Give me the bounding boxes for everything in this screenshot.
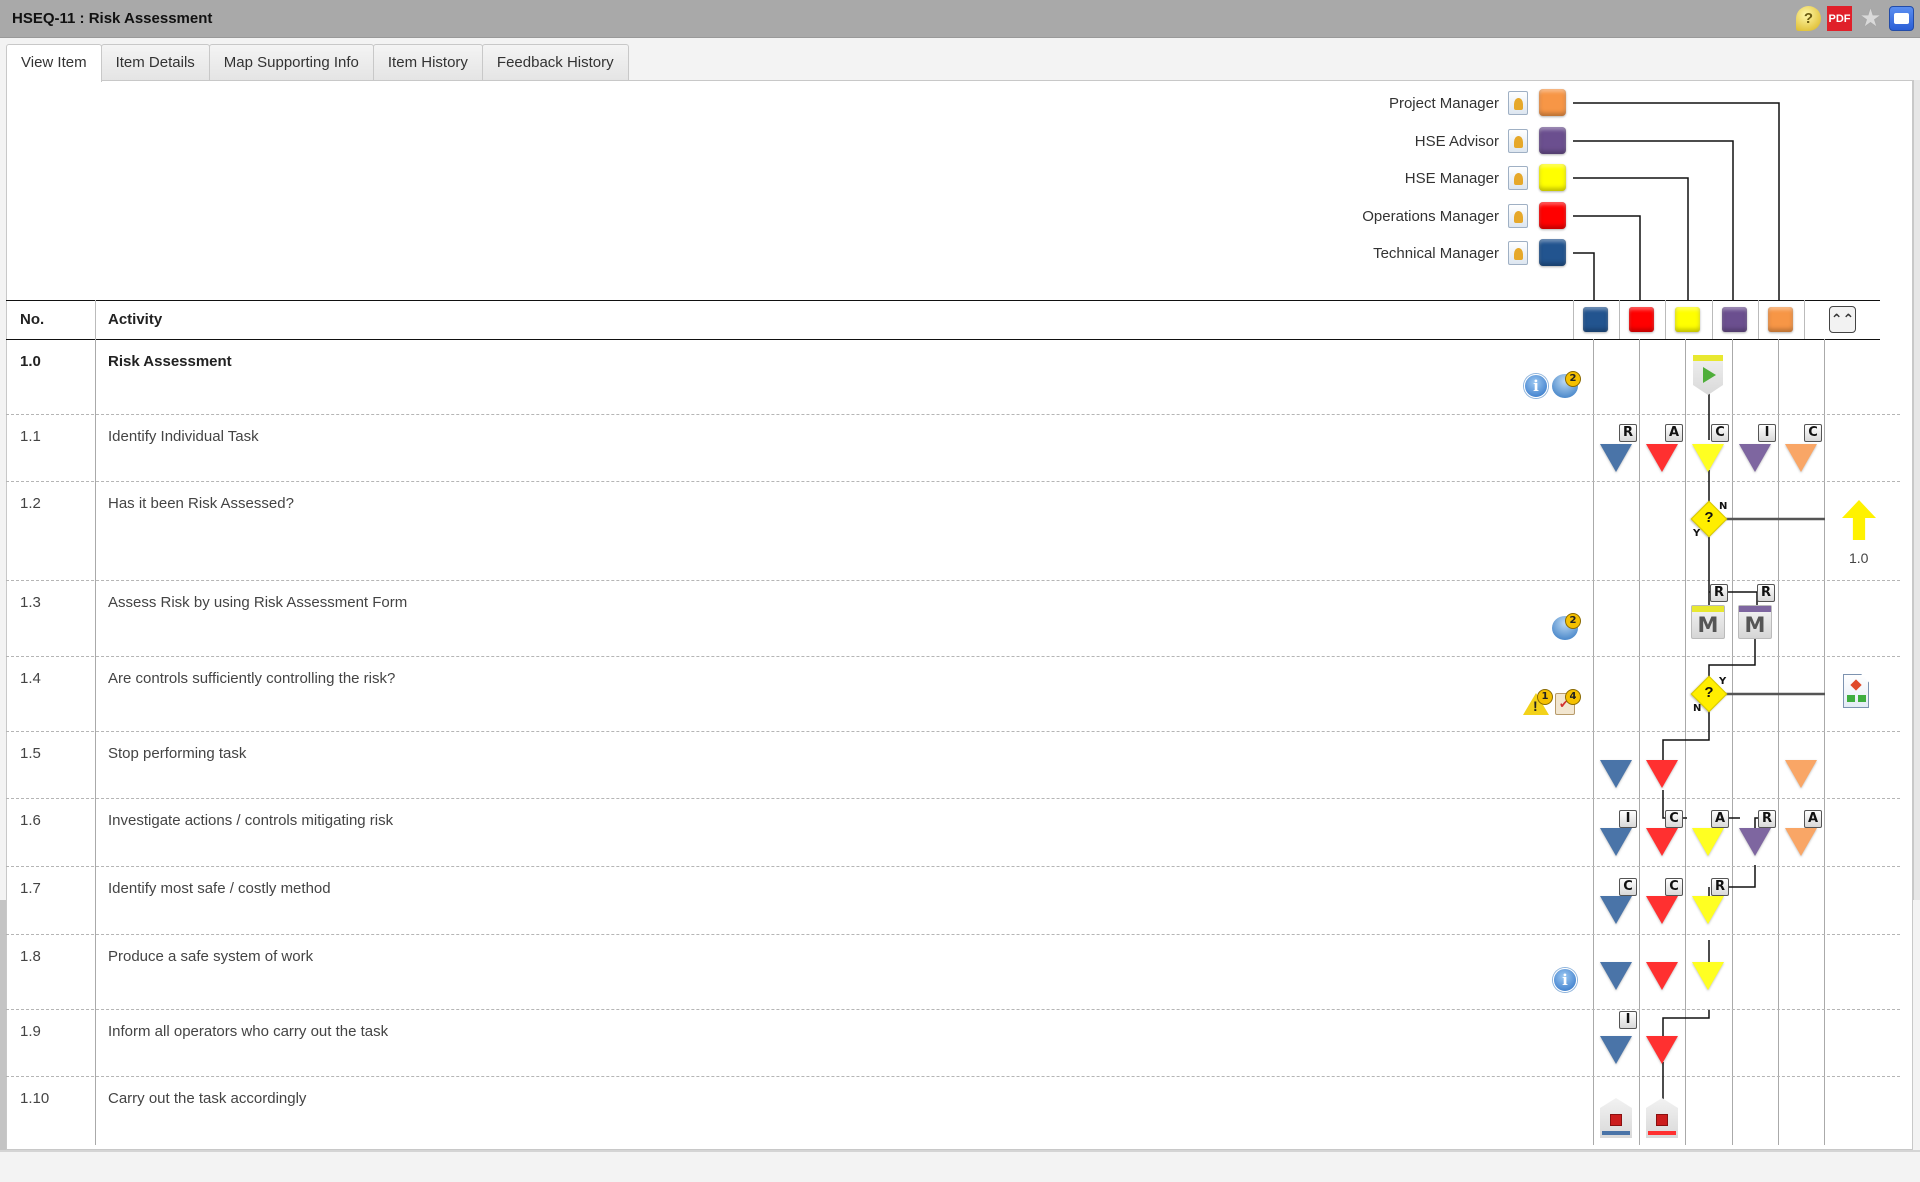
role-triangle-icon[interactable] [1600,828,1632,856]
flow-1-8-to-1-9 [1662,1010,1710,1036]
role-triangle-icon[interactable] [1646,896,1678,924]
legend-connector-hse-manager [1573,177,1689,300]
role-triangle-icon[interactable] [1692,444,1724,472]
role-triangle-icon[interactable] [1692,896,1724,924]
raci-tag: R [1711,878,1729,896]
goto-activity-label[interactable]: 1.0 [1849,550,1868,566]
decision-no-label: N [1693,703,1702,714]
role-triangle-icon[interactable] [1646,1036,1678,1064]
info-icon[interactable]: i [1524,374,1548,398]
count-badge: 1 [1537,689,1553,705]
role-triangle-icon[interactable] [1600,896,1632,924]
process-map-link-icon[interactable] [1843,674,1869,708]
raci-tag: C [1711,424,1729,442]
decision-no-label: N [1719,501,1728,512]
count-badge: 4 [1565,689,1581,705]
decision-yes-label: Y [1719,676,1727,687]
meeting-icon[interactable]: M [1738,605,1772,639]
raci-tag: A [1711,810,1729,828]
meeting-glyph: M [1744,613,1766,637]
raci-tag: R [1710,584,1728,602]
raci-tag: C [1665,878,1683,896]
meeting-glyph: M [1697,613,1719,637]
tab-view-item[interactable]: View Item [6,44,102,82]
flow-1-4-no-to-1-5 [1662,710,1710,760]
raci-tag: R [1758,810,1776,828]
role-triangle-icon[interactable] [1692,828,1724,856]
raci-tag: C [1665,810,1683,828]
meeting-icon[interactable]: M [1691,605,1725,639]
legend-connector-hse-advisor [1573,140,1734,300]
legend-connector-project-manager [1573,102,1780,300]
role-triangle-icon[interactable] [1646,760,1678,788]
raci-tag: I [1619,810,1637,828]
legend-connector-technical-manager [1573,252,1595,300]
role-triangle-icon[interactable] [1646,962,1678,990]
raci-tag: I [1619,1011,1637,1029]
raci-tag: C [1804,424,1822,442]
raci-tag: A [1804,810,1822,828]
role-triangle-icon[interactable] [1785,760,1817,788]
raci-tag: R [1757,584,1775,602]
role-triangle-icon[interactable] [1739,828,1771,856]
role-triangle-icon[interactable] [1600,760,1632,788]
flow-connectors [1573,102,1825,1100]
info-icon[interactable]: i [1553,968,1577,992]
role-triangle-icon[interactable] [1785,828,1817,856]
role-triangle-icon[interactable] [1600,1036,1632,1064]
raci-tag: A [1665,424,1683,442]
flow-1-3-to-1-4 [1708,639,1756,680]
role-triangle-icon[interactable] [1600,962,1632,990]
raci-tag: C [1619,878,1637,896]
raci-tag: I [1758,424,1776,442]
role-triangle-icon[interactable] [1646,444,1678,472]
role-triangle-icon[interactable] [1600,444,1632,472]
count-badge: 2 [1565,613,1581,629]
role-triangle-icon[interactable] [1785,444,1817,472]
legend-connector-operations-manager [1573,215,1641,300]
count-badge: 2 [1565,371,1581,387]
role-triangle-icon[interactable] [1692,962,1724,990]
raci-tag: R [1619,424,1637,442]
role-triangle-icon[interactable] [1739,444,1771,472]
role-triangle-icon[interactable] [1646,828,1678,856]
decision-yes-label: Y [1693,528,1701,539]
